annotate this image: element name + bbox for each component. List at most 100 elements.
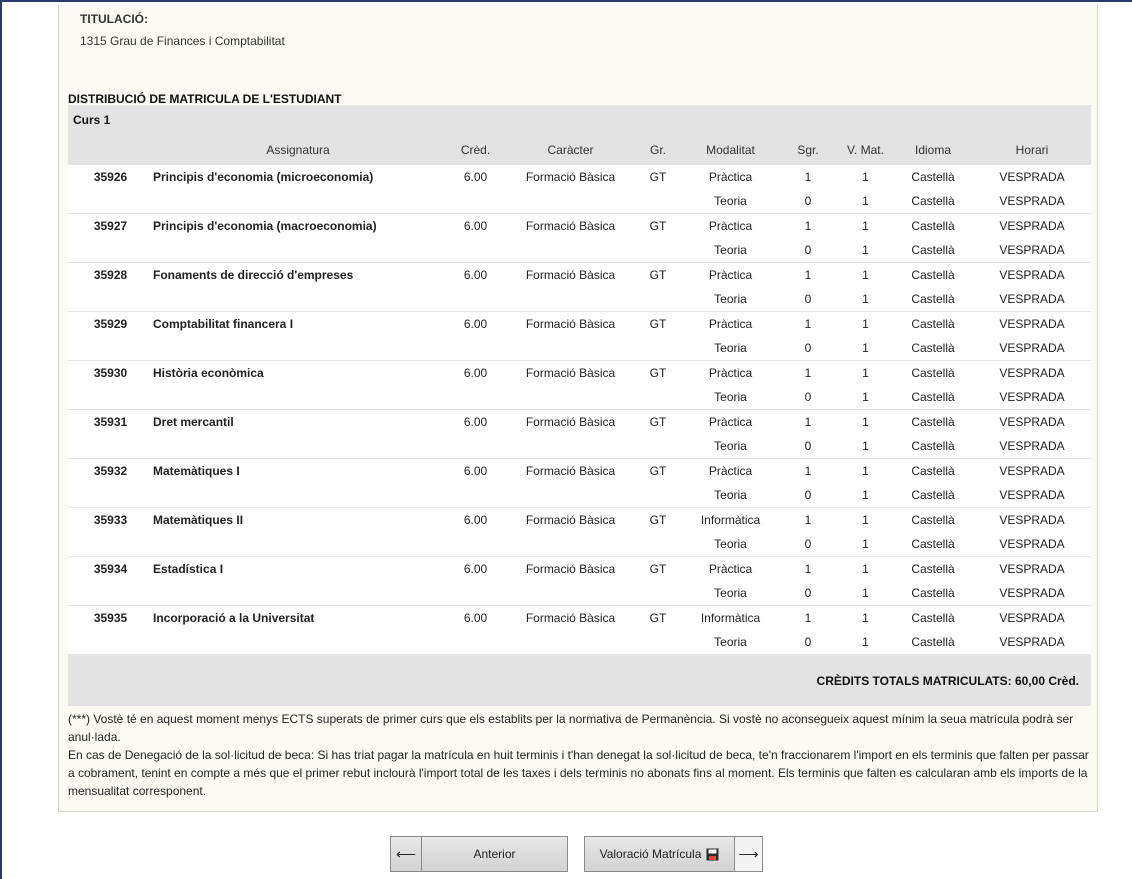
- totals-bar: CRÈDITS TOTALS MATRICULATS: 60,00 Crèd.: [68, 655, 1091, 706]
- subject-code: [68, 630, 153, 655]
- subject-subgroup: 1: [804, 170, 812, 184]
- arrow-right-icon[interactable]: ⟶: [734, 837, 762, 871]
- subject-credits: 6.00: [463, 366, 488, 380]
- subject-group: [633, 287, 683, 312]
- subject-horari: VESPRADA: [999, 611, 1065, 625]
- subject-code: 35926: [93, 170, 128, 184]
- subject-subgroup: 0: [804, 586, 812, 600]
- previous-button[interactable]: ⟵ Anterior: [390, 836, 568, 872]
- subject-code: [68, 336, 153, 361]
- subject-name: [153, 287, 443, 312]
- table-row: Teoria 0 1 Castellà VESPRADA: [68, 336, 1091, 361]
- subject-code: 35933: [93, 513, 128, 527]
- subject-horari: VESPRADA: [999, 537, 1065, 551]
- table-row: Teoria 0 1 Castellà VESPRADA: [68, 434, 1091, 459]
- subject-name: Estadística I: [153, 562, 224, 576]
- arrow-left-icon: ⟵: [391, 837, 422, 871]
- subject-code: 35928: [93, 268, 128, 282]
- subject-name: Comptabilitat financera I: [153, 317, 294, 331]
- table-row: Teoria 0 1 Castellà VESPRADA: [68, 483, 1091, 508]
- subject-group: GT: [649, 366, 667, 380]
- subject-idioma: Castellà: [911, 439, 955, 453]
- subject-name: [153, 630, 443, 655]
- subject-subgroup: 1: [804, 513, 812, 527]
- subject-name: Fonaments de direcció d'empreses: [153, 268, 354, 282]
- subject-group: [633, 385, 683, 410]
- subject-code: 35934: [93, 562, 128, 576]
- previous-button-label: Anterior: [473, 847, 516, 861]
- subject-group: [633, 581, 683, 606]
- subject-subgroup: 1: [804, 366, 812, 380]
- table-row: 35933 Matemàtiques II 6.00 Formació Bàsica G…: [68, 508, 1091, 533]
- subject-caracter: Formació Bàsica: [525, 170, 616, 184]
- table-row: 35927 Principis d'economia (macroeconomia…: [68, 214, 1091, 239]
- subject-subgroup: 0: [804, 341, 812, 355]
- subject-credits: [443, 238, 508, 263]
- notes: (***) Vostè té en aquest moment menys EC…: [68, 710, 1092, 800]
- subject-name: [153, 581, 443, 606]
- subject-modalitat: Teoria: [714, 635, 747, 649]
- subject-credits: 6.00: [463, 170, 488, 184]
- subject-group: [633, 189, 683, 214]
- subject-group: GT: [649, 513, 667, 527]
- valoracio-button-label: Valoració Matrícula: [599, 847, 702, 861]
- subject-group: GT: [649, 219, 667, 233]
- table-row: Teoria 0 1 Castellà VESPRADA: [68, 287, 1091, 312]
- subject-caracter: Formació Bàsica: [525, 464, 616, 478]
- subject-vmat: 1: [862, 292, 869, 306]
- subject-caracter: Formació Bàsica: [525, 415, 616, 429]
- subject-vmat: 1: [862, 464, 869, 478]
- subject-code: 35930: [93, 366, 128, 380]
- subject-vmat: 1: [862, 513, 869, 527]
- course-header-bar: Curs 1 Assignatura Crèd. Caràcter Gr. Mo…: [68, 105, 1091, 165]
- header-sgr: Sgr.: [797, 143, 819, 157]
- subject-subgroup: 0: [804, 292, 812, 306]
- subject-code: [68, 532, 153, 557]
- subject-group: GT: [649, 268, 667, 282]
- table-row: Teoria 0 1 Castellà VESPRADA: [68, 630, 1091, 655]
- subject-idioma: Castellà: [911, 537, 955, 551]
- subject-vmat: 1: [862, 317, 869, 331]
- table-row: 35930 Història econòmica 6.00 Formació Bàsi…: [68, 361, 1091, 386]
- subject-caracter: [508, 238, 633, 263]
- subject-code: [68, 287, 153, 312]
- subject-modalitat: Pràctica: [708, 464, 753, 478]
- subject-idioma: Castellà: [911, 488, 955, 502]
- subject-subgroup: 1: [804, 611, 812, 625]
- subject-modalitat: Pràctica: [708, 219, 753, 233]
- subject-code: [68, 434, 153, 459]
- subject-code: 35927: [93, 219, 128, 233]
- subject-vmat: 1: [862, 635, 869, 649]
- subject-credits: [443, 630, 508, 655]
- subject-horari: VESPRADA: [999, 586, 1065, 600]
- subject-caracter: [508, 630, 633, 655]
- floppy-disk-icon: [706, 848, 719, 860]
- valoracio-matricula-button[interactable]: Valoració Matrícula ⟶: [584, 836, 763, 872]
- subject-code: [68, 581, 153, 606]
- subject-name: [153, 483, 443, 508]
- table-row: Teoria 0 1 Castellà VESPRADA: [68, 385, 1091, 410]
- subject-modalitat: Teoria: [714, 586, 747, 600]
- subject-modalitat: Teoria: [714, 341, 747, 355]
- subject-vmat: 1: [862, 341, 869, 355]
- subject-subgroup: 0: [804, 439, 812, 453]
- subject-credits: 6.00: [463, 464, 488, 478]
- subject-caracter: [508, 385, 633, 410]
- subject-code: 35931: [93, 415, 128, 429]
- header-idioma: Idioma: [914, 143, 952, 157]
- subject-vmat: 1: [862, 194, 869, 208]
- subject-code: 35935: [93, 611, 128, 625]
- subject-horari: VESPRADA: [999, 219, 1065, 233]
- subject-modalitat: Pràctica: [708, 317, 753, 331]
- header-assignatura: Assignatura: [266, 143, 330, 157]
- subject-caracter: [508, 189, 633, 214]
- window-left-border: [0, 0, 2, 879]
- subject-horari: VESPRADA: [999, 635, 1065, 649]
- subject-group: [633, 630, 683, 655]
- subject-name: [153, 532, 443, 557]
- window-top-border: [0, 0, 1132, 2]
- subject-vmat: 1: [862, 611, 869, 625]
- subject-credits: [443, 581, 508, 606]
- subject-credits: [443, 336, 508, 361]
- subject-idioma: Castellà: [911, 464, 955, 478]
